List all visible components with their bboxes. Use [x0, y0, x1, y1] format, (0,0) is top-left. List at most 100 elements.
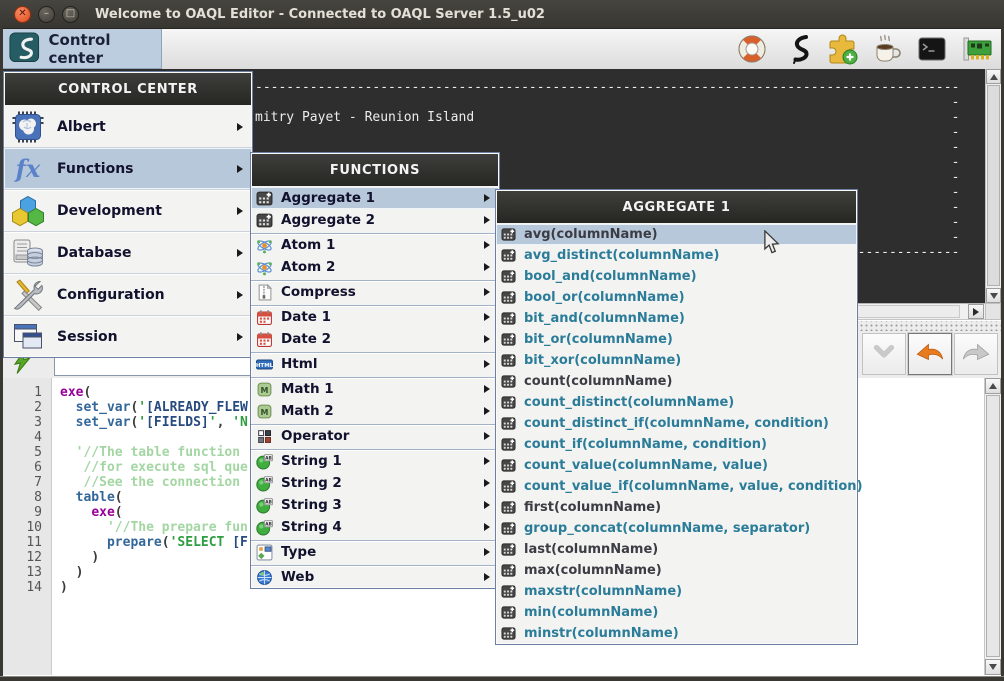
- aggregate-icon: [501, 500, 516, 515]
- toolbar-icons: [736, 32, 993, 66]
- menu-item-avg[interactable]: avg(columnName): [496, 224, 857, 245]
- tools-icon: [11, 278, 45, 312]
- redo-arrow-icon: [960, 340, 992, 368]
- submenu-arrow-icon: [484, 360, 490, 368]
- menu-item-operator[interactable]: Operator: [251, 424, 499, 447]
- menu-item-bit-or[interactable]: bit_or(columnName): [496, 329, 857, 350]
- svg-text:AB: AB: [265, 455, 272, 461]
- atom-icon: [256, 259, 273, 276]
- editor-vscrollbar[interactable]: [984, 378, 1001, 675]
- menu-item-atom-1[interactable]: Atom 1: [251, 233, 499, 256]
- menu-item-last[interactable]: last(columnName): [496, 539, 857, 560]
- menu-item-database[interactable]: Database: [4, 231, 252, 273]
- menu-item-development[interactable]: Development: [4, 189, 252, 231]
- menu-item-string-2[interactable]: AB String 2: [251, 472, 499, 494]
- aggregate-icon: [501, 542, 516, 557]
- menu-item-count[interactable]: count(columnName): [496, 371, 857, 392]
- menu-item-avg-distinct[interactable]: avg_distinct(columnName): [496, 245, 857, 266]
- menu-item-count-distinct-if[interactable]: count_distinct_if(columnName, condition): [496, 413, 857, 434]
- menu-item-compress[interactable]: Compress: [251, 280, 499, 303]
- menu-item-date-2[interactable]: Date 2: [251, 328, 499, 350]
- main-toolbar: Control center: [3, 29, 1001, 70]
- string-icon: AB: [256, 453, 273, 470]
- undo-arrow-icon: [914, 340, 946, 368]
- menu-item-first[interactable]: first(columnName): [496, 497, 857, 518]
- menu-item-bool-and[interactable]: bool_and(columnName): [496, 266, 857, 287]
- titlebar: ✕ – □ Welcome to OAQL Editor - Connected…: [0, 0, 1004, 29]
- menu-item-count-distinct[interactable]: count_distinct(columnName): [496, 392, 857, 413]
- redo-button[interactable]: [954, 333, 998, 375]
- submenu-arrow-icon: [484, 407, 490, 415]
- menu-item-count-value[interactable]: count_value(columnName, value): [496, 455, 857, 476]
- menu-item-math-2[interactable]: M Math 2: [251, 400, 499, 422]
- terminal-vscrollbar[interactable]: [985, 69, 1001, 303]
- menu-item-string-1[interactable]: AB String 1: [251, 449, 499, 472]
- scroll-up-icon[interactable]: [985, 378, 1001, 394]
- string-icon: AB: [256, 497, 273, 514]
- menu-item-functions[interactable]: fx Functions: [4, 147, 252, 189]
- menu-item-aggregate-1[interactable]: Aggregate 1: [251, 187, 499, 209]
- menu-item-math-1[interactable]: M Math 1: [251, 377, 499, 400]
- scroll-down-icon[interactable]: [985, 659, 1001, 675]
- menu-item-string-4[interactable]: AB String 4: [251, 516, 499, 538]
- menu-item-session[interactable]: Session: [4, 315, 252, 357]
- menu-item-min[interactable]: min(columnName): [496, 602, 857, 623]
- undo-button[interactable]: [908, 333, 952, 375]
- string-icon: AB: [256, 519, 273, 536]
- terminal-icon[interactable]: [916, 33, 948, 65]
- menu-item-max[interactable]: max(columnName): [496, 560, 857, 581]
- menu-item-bit-and[interactable]: bit_and(columnName): [496, 308, 857, 329]
- atom-icon: [256, 237, 273, 254]
- menu-item-bool-or[interactable]: bool_or(columnName): [496, 287, 857, 308]
- aggregate-icon: [501, 269, 516, 284]
- menu-item-date-1[interactable]: Date 1: [251, 305, 499, 328]
- menu-item-minstr[interactable]: minstr(columnName): [496, 623, 857, 644]
- menu-item-count-if[interactable]: count_if(columnName, condition): [496, 434, 857, 455]
- scroll-down-icon[interactable]: [986, 288, 1001, 303]
- aggregate-1-menu: AGGREGATE 1 avg(columnName) avg_distinct…: [495, 189, 858, 645]
- aggregate-icon: [501, 290, 516, 305]
- plugin-add-icon[interactable]: [826, 33, 858, 65]
- menu-item-bit-xor[interactable]: bit_xor(columnName): [496, 350, 857, 371]
- string-icon: AB: [256, 475, 273, 492]
- scrollbar-corner: [985, 303, 1001, 320]
- menu-title: FUNCTIONS: [252, 154, 498, 186]
- snake-app-icon: [9, 32, 40, 65]
- scroll-right-icon[interactable]: [968, 304, 984, 319]
- scroll-thumb[interactable]: [986, 395, 1000, 657]
- aggregate-icon: [256, 212, 273, 229]
- line-number: 14: [3, 580, 51, 595]
- window-title: Welcome to OAQL Editor - Connected to OA…: [95, 7, 545, 22]
- menu-title: CONTROL CENTER: [5, 73, 251, 105]
- help-lifebuoy-icon[interactable]: [736, 33, 768, 65]
- math-icon: M: [256, 403, 273, 420]
- menu-item-web[interactable]: Web: [251, 565, 499, 588]
- scroll-up-icon[interactable]: [986, 69, 1001, 84]
- terminal-icon: [916, 50, 948, 69]
- menu-item-aggregate-2[interactable]: Aggregate 2: [251, 209, 499, 231]
- network-card-icon[interactable]: [961, 33, 993, 65]
- menu-item-group-concat[interactable]: group_concat(columnName, separator): [496, 518, 857, 539]
- svg-text:AB: AB: [265, 499, 272, 505]
- fx-icon: fx: [11, 152, 45, 186]
- snake-icon[interactable]: [781, 33, 813, 65]
- menu-item-string-3[interactable]: AB String 3: [251, 494, 499, 516]
- collapse-button[interactable]: [862, 333, 906, 375]
- session-window-icon: [11, 320, 45, 354]
- coffee-icon[interactable]: [871, 33, 903, 65]
- menu-item-albert[interactable]: Albert: [4, 106, 252, 147]
- close-icon[interactable]: ✕: [14, 6, 31, 23]
- line-number: 12: [3, 550, 51, 565]
- menu-item-count-value-if[interactable]: count_value_if(columnName, value, condit…: [496, 476, 857, 497]
- menu-item-maxstr[interactable]: maxstr(columnName): [496, 581, 857, 602]
- maximize-icon[interactable]: □: [62, 6, 79, 23]
- menu-item-atom-2[interactable]: Atom 2: [251, 256, 499, 278]
- line-number: 11: [3, 535, 51, 550]
- scroll-thumb[interactable]: [987, 85, 1000, 286]
- minimize-icon[interactable]: –: [38, 6, 55, 23]
- control-center-button[interactable]: Control center: [3, 29, 162, 69]
- menu-item-html[interactable]: HTML Html: [251, 352, 499, 375]
- aggregate-icon: [501, 584, 516, 599]
- menu-item-configuration[interactable]: Configuration: [4, 273, 252, 315]
- menu-item-type[interactable]: Type: [251, 540, 499, 563]
